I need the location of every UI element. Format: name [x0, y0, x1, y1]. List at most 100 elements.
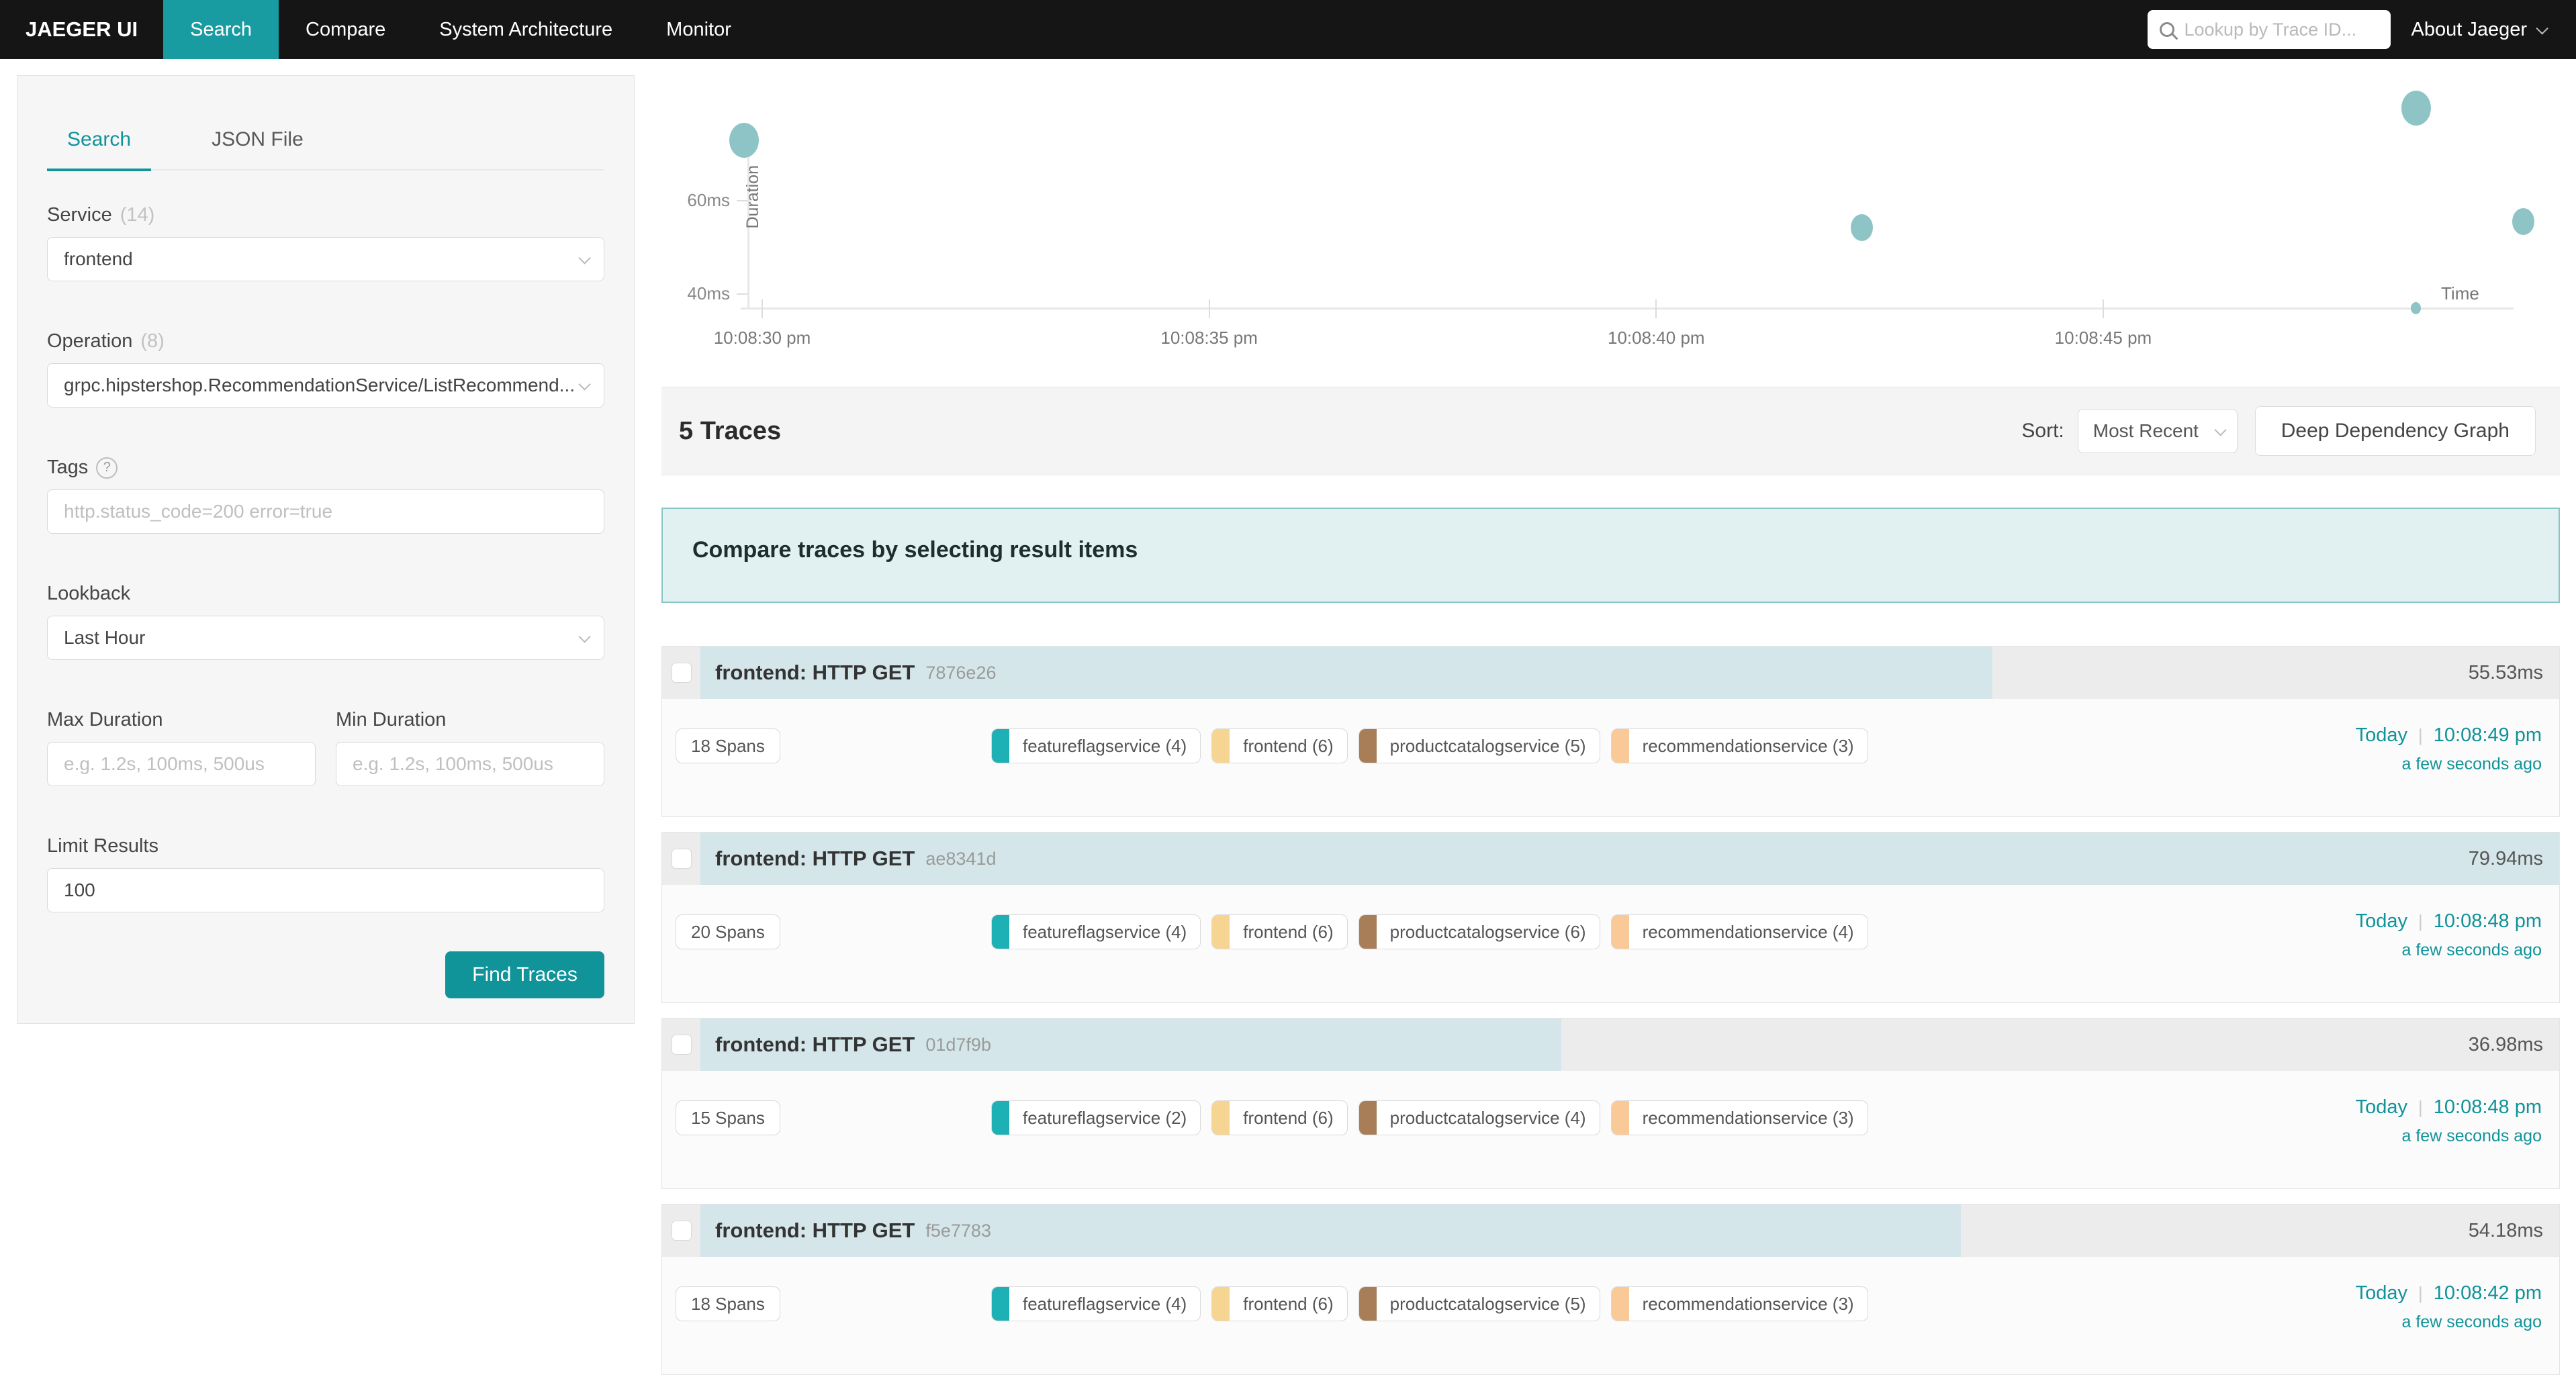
trace-date: Today: [2356, 724, 2407, 747]
trace-date: Today: [2356, 1282, 2407, 1305]
about-jaeger-menu[interactable]: About Jaeger: [2411, 0, 2576, 59]
trace-header[interactable]: frontend: HTTP GET 7876e26 55.53ms: [662, 647, 2559, 699]
limit-results-input[interactable]: [64, 880, 588, 901]
service-badge-label: featureflagservice (4): [1009, 922, 1200, 943]
trace-title: frontend: HTTP GET: [715, 661, 915, 685]
app-title: JAEGER UI: [0, 0, 163, 59]
tags-input[interactable]: [64, 501, 588, 522]
sort-select[interactable]: Most Recent: [2078, 409, 2238, 453]
trace-checkbox[interactable]: [672, 849, 692, 869]
trace-result-card[interactable]: frontend: HTTP GET 7876e26 55.53ms 18 Sp…: [661, 646, 2560, 817]
service-badge-label: productcatalogservice (4): [1377, 1108, 1600, 1129]
service-color-swatch: [992, 1287, 1009, 1321]
trace-checkbox[interactable]: [672, 663, 692, 683]
limit-results-box: [47, 868, 604, 912]
nav-spacer: [758, 0, 2148, 59]
lookback-select[interactable]: Last Hour: [47, 616, 604, 660]
trace-id: 01d7f9b: [925, 1035, 991, 1055]
find-traces-button[interactable]: Find Traces: [445, 951, 604, 998]
duration-scatter-plot: Duration Time 60ms40ms10:08:30 pm10:08:3…: [661, 64, 2560, 380]
trace-header[interactable]: frontend: HTTP GET ae8341d 79.94ms: [662, 833, 2559, 885]
trace-time: 10:08:48 pm: [2434, 1096, 2542, 1119]
trace-title: frontend: HTTP GET: [715, 847, 915, 871]
tab-json-file[interactable]: JSON File: [191, 128, 324, 169]
tags-label: Tags: [47, 457, 88, 479]
min-duration-label: Min Duration: [336, 709, 446, 731]
service-count: (14): [120, 204, 155, 226]
trace-scatter-point[interactable]: [2401, 91, 2431, 126]
max-duration-label: Max Duration: [47, 709, 163, 731]
operation-label: Operation: [47, 330, 132, 352]
trace-scatter-point[interactable]: [1851, 214, 1873, 241]
service-badge: featureflagservice (2): [991, 1100, 1201, 1135]
x-tick-mark: [2103, 299, 2104, 318]
sort-value: Most Recent: [2093, 420, 2199, 442]
trace-duration-value: 54.18ms: [2469, 1204, 2543, 1257]
trace-id: 7876e26: [925, 663, 996, 683]
trace-scatter-point[interactable]: [729, 123, 759, 158]
service-badge-label: frontend (6): [1230, 1294, 1346, 1315]
trace-count: 5 Traces: [679, 417, 781, 446]
trace-header[interactable]: frontend: HTTP GET 01d7f9b 36.98ms: [662, 1018, 2559, 1071]
duration-fields: Max Duration Min Duration: [47, 709, 604, 786]
deep-dependency-graph-button[interactable]: Deep Dependency Graph: [2255, 406, 2536, 456]
trace-scatter-point[interactable]: [2512, 208, 2534, 235]
trace-scatter-point[interactable]: [2411, 302, 2421, 314]
timestamp-separator: |: [2418, 1097, 2423, 1118]
nav-item-search[interactable]: Search: [163, 0, 279, 59]
trace-result-card[interactable]: frontend: HTTP GET 01d7f9b 36.98ms 15 Sp…: [661, 1018, 2560, 1189]
trace-id: f5e7783: [925, 1221, 991, 1241]
service-badge: productcatalogservice (5): [1359, 728, 1600, 763]
sort-label: Sort:: [2021, 420, 2064, 442]
trace-lookup-input[interactable]: [2184, 19, 2379, 40]
help-icon[interactable]: ?: [96, 457, 118, 479]
service-color-swatch: [1359, 1101, 1377, 1135]
compare-banner: Compare traces by selecting result items: [661, 508, 2560, 603]
trace-time: 10:08:49 pm: [2434, 724, 2542, 747]
trace-timestamp-block: Today | 10:08:42 pm a few seconds ago: [2356, 1282, 2542, 1332]
service-badge-label: frontend (6): [1230, 736, 1346, 757]
nav-item-system-architecture[interactable]: System Architecture: [412, 0, 639, 59]
timestamp-separator: |: [2418, 1283, 2423, 1304]
nav-item-monitor[interactable]: Monitor: [639, 0, 758, 59]
lookback-field: Lookback Last Hour: [47, 583, 604, 660]
service-badge: productcatalogservice (4): [1359, 1100, 1600, 1135]
service-badge-row: featureflagservice (4)frontend (6)produc…: [991, 728, 1868, 763]
limit-results-label: Limit Results: [47, 835, 158, 857]
service-select[interactable]: frontend: [47, 237, 604, 281]
nav-item-compare[interactable]: Compare: [279, 0, 412, 59]
sidebar-tabs: Search JSON File: [47, 128, 604, 171]
trace-checkbox[interactable]: [672, 1035, 692, 1055]
trace-header[interactable]: frontend: HTTP GET f5e7783 54.18ms: [662, 1204, 2559, 1257]
min-duration-input[interactable]: [353, 753, 588, 775]
service-color-swatch: [992, 915, 1009, 949]
service-badge: frontend (6): [1211, 914, 1347, 949]
service-badge-label: featureflagservice (2): [1009, 1108, 1200, 1129]
max-duration-field: Max Duration: [47, 709, 316, 786]
service-badge: frontend (6): [1211, 1100, 1347, 1135]
trace-duration-band: frontend: HTTP GET ae8341d 79.94ms: [700, 833, 2559, 885]
operation-value: grpc.hipstershop.RecommendationService/L…: [64, 375, 588, 396]
trace-title: frontend: HTTP GET: [715, 1033, 915, 1057]
y-tick-label: 60ms: [663, 190, 730, 211]
trace-result-card[interactable]: frontend: HTTP GET f5e7783 54.18ms 18 Sp…: [661, 1204, 2560, 1375]
trace-time: 10:08:48 pm: [2434, 910, 2542, 933]
max-duration-input[interactable]: [64, 753, 299, 775]
operation-select[interactable]: grpc.hipstershop.RecommendationService/L…: [47, 363, 604, 408]
tab-search[interactable]: Search: [47, 128, 151, 171]
span-count-pill: 18 Spans: [676, 728, 780, 763]
trace-timestamp-block: Today | 10:08:48 pm a few seconds ago: [2356, 910, 2542, 960]
service-color-swatch: [992, 1101, 1009, 1135]
top-nav: JAEGER UI Search Compare System Architec…: [0, 0, 2576, 59]
service-badge-label: productcatalogservice (5): [1377, 1294, 1600, 1315]
tags-input-box: [47, 489, 604, 534]
service-badge-label: productcatalogservice (6): [1377, 922, 1600, 943]
trace-checkbox[interactable]: [672, 1221, 692, 1241]
x-tick-mark: [1209, 299, 1210, 318]
service-badge-label: frontend (6): [1230, 922, 1346, 943]
trace-checkbox-cell: [662, 1018, 700, 1071]
trace-date: Today: [2356, 1096, 2407, 1119]
search-sidebar: Search JSON File Service (14) frontend O…: [17, 75, 635, 1024]
trace-result-card[interactable]: frontend: HTTP GET ae8341d 79.94ms 20 Sp…: [661, 832, 2560, 1003]
tags-field: Tags ?: [47, 457, 604, 534]
